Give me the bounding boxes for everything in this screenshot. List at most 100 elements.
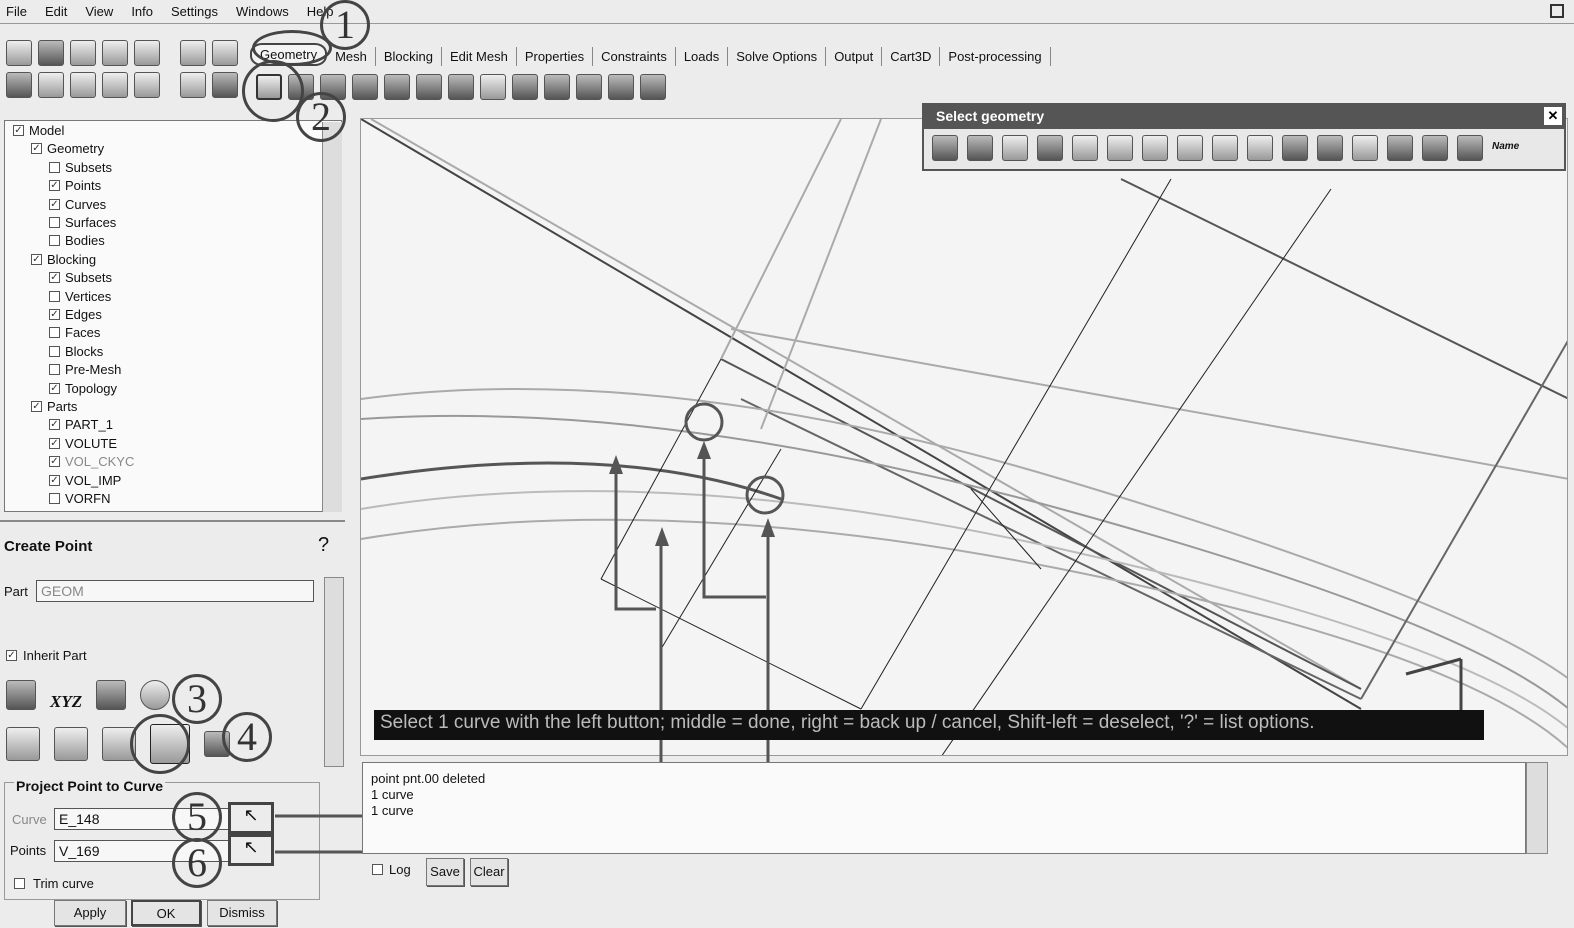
- menu-view[interactable]: View: [85, 4, 113, 19]
- tree-checkbox[interactable]: [49, 290, 60, 302]
- tree-checkbox[interactable]: [49, 161, 60, 173]
- tree-item[interactable]: ✓ Geometry: [31, 141, 104, 156]
- select-all-visible-icon[interactable]: [1107, 135, 1133, 161]
- select-curve-icon[interactable]: ↖: [228, 802, 274, 834]
- apply-button[interactable]: Apply: [54, 900, 126, 926]
- tree-item[interactable]: VORFN: [49, 491, 111, 506]
- save-log-button[interactable]: Save: [426, 858, 464, 886]
- select-parts-icon[interactable]: [1422, 135, 1448, 161]
- circle-select-icon[interactable]: [1037, 135, 1063, 161]
- geometry-transform-icon[interactable]: [416, 74, 442, 100]
- delete-surface-icon[interactable]: [576, 74, 602, 100]
- tree-checkbox[interactable]: ✓: [13, 125, 24, 136]
- select-subset-icon[interactable]: [1457, 135, 1483, 161]
- fit-window-icon[interactable]: [6, 72, 32, 98]
- select-by-number-icon[interactable]: [1247, 135, 1273, 161]
- select-all-appropriate-icon[interactable]: [1072, 135, 1098, 161]
- sleep-icon[interactable]: [480, 74, 506, 100]
- tree-checkbox[interactable]: [49, 345, 60, 357]
- tree-checkbox[interactable]: [49, 364, 60, 376]
- tree-item[interactable]: ✓ Topology: [49, 381, 117, 396]
- ok-button[interactable]: OK: [131, 900, 201, 926]
- menu-windows[interactable]: Windows: [236, 4, 289, 19]
- tab-blocking[interactable]: Blocking: [376, 47, 443, 66]
- tree-item[interactable]: ✓ Parts: [31, 399, 77, 414]
- open-icon[interactable]: [6, 40, 32, 66]
- restore-window-icon[interactable]: [1550, 4, 1564, 18]
- circle-center-icon[interactable]: [140, 680, 171, 710]
- tab-properties[interactable]: Properties: [517, 47, 594, 66]
- wireframe-icon[interactable]: [180, 72, 206, 98]
- tree-checkbox[interactable]: ✓: [49, 382, 60, 394]
- undo-icon[interactable]: [180, 40, 206, 66]
- delete-curve-icon[interactable]: [544, 74, 570, 100]
- open-blocking-icon[interactable]: [134, 40, 160, 66]
- tree-checkbox[interactable]: ✓: [49, 474, 60, 486]
- tab-edit-mesh[interactable]: Edit Mesh: [442, 47, 517, 66]
- help-icon[interactable]: ?: [318, 534, 329, 557]
- tree-checkbox[interactable]: [49, 493, 60, 504]
- tree-item[interactable]: Faces: [49, 325, 100, 340]
- tree-checkbox[interactable]: ✓: [31, 143, 42, 155]
- open-geometry-icon[interactable]: [70, 40, 96, 66]
- select-points-icon[interactable]: ↖: [228, 834, 274, 866]
- curve-intersection-icon[interactable]: [54, 727, 88, 761]
- message-scrollbar[interactable]: [1526, 762, 1548, 854]
- inherit-part-checkbox[interactable]: ✓: [6, 650, 17, 661]
- offset-point-icon[interactable]: [96, 680, 127, 710]
- select-body-icon[interactable]: [1387, 135, 1413, 161]
- repair-geometry-icon[interactable]: [384, 74, 410, 100]
- tree-checkbox[interactable]: ✓: [49, 180, 60, 192]
- faceted-icon[interactable]: [448, 74, 474, 100]
- tree-item[interactable]: Bodies: [49, 233, 105, 248]
- tab-constraints[interactable]: Constraints: [593, 47, 676, 66]
- tree-item[interactable]: Subsets: [49, 160, 112, 175]
- create-body-icon[interactable]: [352, 74, 378, 100]
- open-mesh-icon[interactable]: [102, 40, 128, 66]
- zoom-box-icon[interactable]: [38, 72, 64, 98]
- select-items-icon[interactable]: [967, 135, 993, 161]
- toggle-dynamic-icon[interactable]: [932, 135, 958, 161]
- tree-item[interactable]: ✓ Blocking: [31, 252, 96, 267]
- tree-checkbox[interactable]: [49, 327, 60, 339]
- tree-checkbox[interactable]: ✓: [31, 401, 42, 412]
- tree-checkbox[interactable]: [49, 217, 60, 228]
- tree-checkbox[interactable]: ✓: [49, 419, 60, 431]
- close-icon[interactable]: ✕: [1544, 107, 1562, 125]
- solid-icon[interactable]: [212, 72, 238, 98]
- tab-post-processing[interactable]: Post-processing: [940, 47, 1051, 66]
- tree-checkbox[interactable]: ✓: [49, 272, 60, 284]
- screen-point-icon[interactable]: [6, 680, 36, 710]
- tree-item[interactable]: ✓ VOL_IMP: [49, 473, 121, 488]
- trim-curve-checkbox[interactable]: [14, 878, 25, 889]
- tree-scrollbar[interactable]: [322, 122, 342, 512]
- clear-log-button[interactable]: Clear: [470, 858, 508, 886]
- tab-cart3d[interactable]: Cart3D: [882, 47, 941, 66]
- delete-body-icon[interactable]: [608, 74, 634, 100]
- panel-scrollbar[interactable]: [324, 577, 344, 767]
- select-curves-icon[interactable]: [1282, 135, 1308, 161]
- tree-item[interactable]: Pre-Mesh: [49, 362, 121, 377]
- box-select-icon[interactable]: [1177, 135, 1203, 161]
- log-checkbox[interactable]: [372, 864, 383, 875]
- measure-icon[interactable]: [70, 72, 96, 98]
- menu-edit[interactable]: Edit: [45, 4, 67, 19]
- tree-item[interactable]: ✓ VOL_CKYC: [49, 454, 134, 469]
- part-select[interactable]: GEOM: [36, 580, 314, 602]
- lcs-icon[interactable]: [102, 72, 128, 98]
- redo-icon[interactable]: [212, 40, 238, 66]
- tree-item[interactable]: ✓ PART_1: [49, 417, 113, 432]
- tree-item[interactable]: Surfaces: [49, 215, 116, 230]
- tree-checkbox[interactable]: ✓: [49, 198, 60, 210]
- dismiss-button[interactable]: Dismiss: [207, 900, 277, 926]
- tab-solve-options[interactable]: Solve Options: [728, 47, 827, 66]
- filter-icon[interactable]: [1352, 135, 1378, 161]
- refresh-icon[interactable]: [134, 72, 160, 98]
- tree-item[interactable]: Blocks: [49, 344, 103, 359]
- tree-item[interactable]: Vertices: [49, 289, 111, 304]
- tree-item[interactable]: ✓ Points: [49, 178, 101, 193]
- tree-checkbox[interactable]: ✓: [49, 437, 60, 449]
- curve-ends-icon[interactable]: [6, 727, 40, 761]
- select-by-name-button[interactable]: Name: [1492, 135, 1519, 161]
- delete-any-icon[interactable]: [640, 74, 666, 100]
